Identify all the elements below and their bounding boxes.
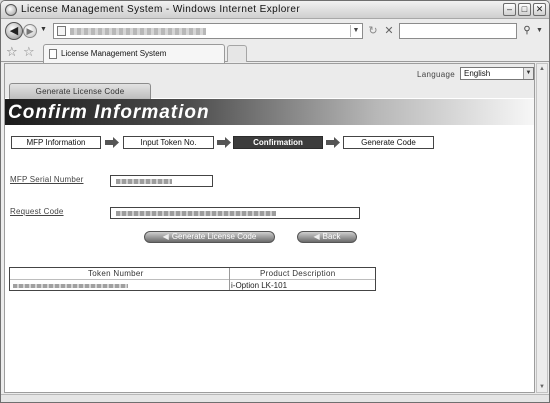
favorites-star-icon[interactable]: ☆ bbox=[6, 44, 18, 60]
step-arrow-icon bbox=[326, 137, 340, 148]
request-code-label: Request Code bbox=[10, 207, 64, 216]
add-favorites-icon[interactable]: ☆ bbox=[23, 44, 35, 60]
tab-page-icon bbox=[49, 49, 57, 59]
generate-license-code-button[interactable]: ◀ Generate License Code bbox=[144, 231, 275, 243]
back-arrow-icon[interactable]: ◀ bbox=[5, 22, 23, 40]
stop-icon[interactable]: ✕ bbox=[382, 24, 396, 38]
language-label: Language bbox=[417, 70, 455, 79]
generate-button-label: Generate License Code bbox=[171, 232, 257, 241]
search-input[interactable] bbox=[399, 23, 517, 39]
step-mfp-information: MFP Information bbox=[11, 136, 101, 149]
table-divider bbox=[229, 268, 230, 290]
step-indicator: MFP Information Input Token No. Confirma… bbox=[5, 136, 534, 152]
language-select-value: English bbox=[464, 69, 491, 78]
search-options-dropdown-icon[interactable]: ▼ bbox=[536, 27, 543, 34]
page-icon bbox=[57, 26, 66, 36]
minimize-button[interactable]: – bbox=[503, 3, 516, 16]
page-title: Confirm Information bbox=[8, 102, 210, 123]
tab-license-management[interactable]: License Management System bbox=[43, 44, 225, 63]
chevron-left-icon: ◀ bbox=[313, 232, 320, 241]
chevron-down-icon[interactable]: ▼ bbox=[523, 68, 533, 79]
address-bar[interactable]: ▼ bbox=[53, 23, 363, 39]
mfp-serial-label: MFP Serial Number bbox=[10, 175, 84, 184]
title-bar: License Management System - Windows Inte… bbox=[1, 1, 549, 19]
close-button[interactable]: ✕ bbox=[533, 3, 546, 16]
status-bar bbox=[1, 394, 549, 402]
step-arrow-icon bbox=[217, 137, 231, 148]
back-button-label: Back bbox=[322, 232, 341, 241]
forward-arrow-icon[interactable]: ▶ bbox=[23, 24, 37, 38]
browser-window: License Management System - Windows Inte… bbox=[0, 0, 550, 403]
scroll-down-icon[interactable]: ▼ bbox=[537, 382, 547, 392]
redacted-token-number bbox=[13, 284, 128, 288]
step-arrow-icon bbox=[105, 137, 119, 148]
tab-label: License Management System bbox=[61, 49, 167, 58]
header-token-number: Token Number bbox=[88, 269, 144, 278]
top-band: Language English ▼ Generate License Code bbox=[5, 64, 534, 99]
redacted-serial bbox=[116, 179, 172, 184]
tab-generate-license-code[interactable]: Generate License Code bbox=[9, 83, 151, 99]
scroll-up-icon[interactable]: ▲ bbox=[537, 64, 547, 74]
new-tab-button[interactable] bbox=[227, 45, 247, 62]
step-input-token: Input Token No. bbox=[123, 136, 214, 149]
header-product-description: Product Description bbox=[260, 269, 336, 278]
history-dropdown-icon[interactable]: ▼ bbox=[40, 26, 47, 33]
vertical-scrollbar[interactable]: ▲ ▼ bbox=[536, 63, 548, 393]
ie-logo-icon bbox=[5, 4, 17, 16]
product-description-cell: i-Option LK-101 bbox=[231, 281, 288, 290]
redacted-request-code bbox=[116, 211, 276, 216]
token-table: Token Number Product Description i-Optio… bbox=[9, 267, 376, 291]
language-select[interactable]: English ▼ bbox=[460, 67, 534, 80]
navigation-bar: ◀ ▶ ▼ ▼ ↻ ✕ ⚲ ▼ bbox=[1, 20, 549, 42]
page-banner: Confirm Information bbox=[5, 99, 534, 125]
mfp-serial-value bbox=[110, 175, 213, 187]
address-dropdown-icon[interactable]: ▼ bbox=[350, 25, 361, 37]
table-divider bbox=[10, 279, 375, 280]
address-url-redacted bbox=[70, 28, 206, 35]
maximize-button[interactable]: □ bbox=[518, 3, 531, 16]
page-viewport: Language English ▼ Generate License Code… bbox=[4, 63, 535, 393]
request-code-value bbox=[110, 207, 360, 219]
back-button[interactable]: ◀ Back bbox=[297, 231, 357, 243]
search-icon[interactable]: ⚲ bbox=[520, 23, 534, 39]
step-generate-code: Generate Code bbox=[343, 136, 434, 149]
tab-bar: ☆ ☆ License Management System bbox=[1, 42, 549, 63]
refresh-icon[interactable]: ↻ bbox=[366, 24, 380, 38]
chevron-left-icon: ◀ bbox=[162, 232, 169, 241]
step-confirmation: Confirmation bbox=[233, 136, 323, 149]
window-title: License Management System - Windows Inte… bbox=[21, 4, 301, 15]
